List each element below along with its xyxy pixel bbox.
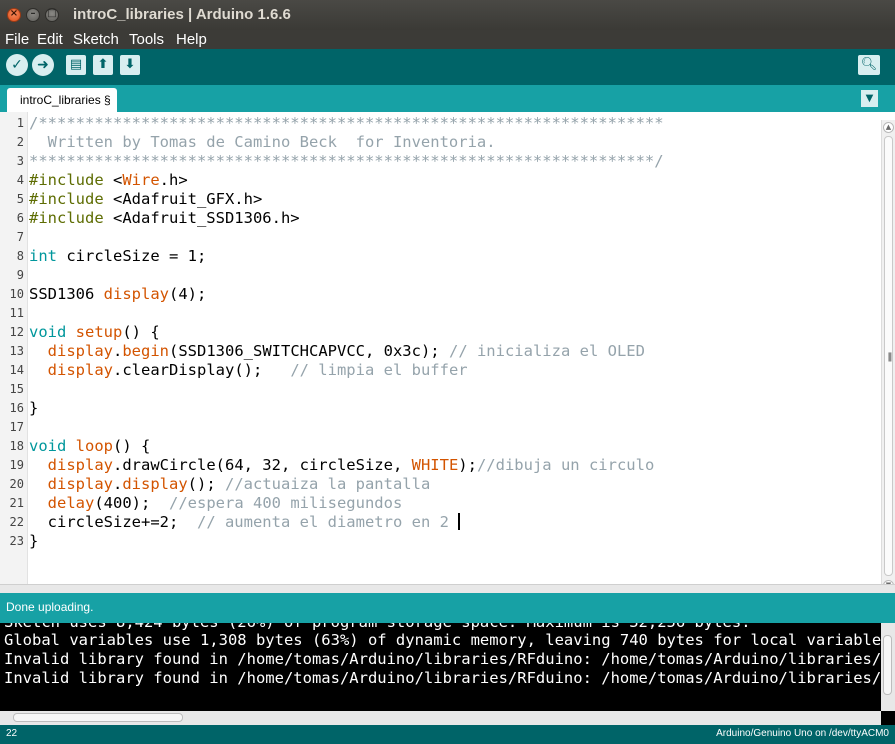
code-line-14: display.clearDisplay(); // limpia el buf… <box>47 361 468 379</box>
verify-button[interactable]: ✓ <box>6 54 28 76</box>
current-line-number: 22 <box>6 728 18 739</box>
code-line-5: #include <Adafruit_GFX.h> <box>29 190 263 208</box>
line-number: 11 <box>9 306 24 320</box>
line-number: 13 <box>9 344 24 358</box>
line-number: 12 <box>9 325 24 339</box>
down-arrow-icon: ⬇ <box>124 57 136 72</box>
line-number: 5 <box>16 192 24 206</box>
line-number: 8 <box>16 249 24 263</box>
open-sketch-button[interactable]: ⬆ <box>93 55 113 75</box>
line-number: 1 <box>16 116 24 130</box>
editor-vertical-scrollbar[interactable]: ▲ ■■■ ▼ <box>881 120 895 591</box>
line-number: 4 <box>16 173 24 187</box>
code-line-22: circleSize+=2; // aumenta el diametro en… <box>29 513 461 531</box>
line-number: 15 <box>9 382 24 396</box>
menu-bar: File Edit Sketch Tools Help <box>0 30 895 49</box>
line-number: 16 <box>9 401 24 415</box>
editor-scroll-thumb[interactable]: ■ ■ ■ <box>884 136 893 576</box>
output-console[interactable]: Sketch uses 8,424 bytes (26%) of program… <box>0 623 895 725</box>
line-number: 3 <box>16 154 24 168</box>
console-vertical-scrollbar[interactable] <box>881 623 895 711</box>
line-number: 14 <box>9 363 24 377</box>
up-arrow-icon: ▲ <box>885 123 892 131</box>
window-title-bar: × – □ introC_libraries | Arduino 1.6.6 <box>0 0 895 30</box>
code-line-23: } <box>29 532 39 550</box>
code-line-1: /***************************************… <box>29 114 664 132</box>
right-arrow-icon: ➜ <box>37 57 49 73</box>
line-number: 9 <box>16 268 24 282</box>
console-line: Invalid library found in /home/tomas/Ard… <box>4 650 895 668</box>
close-icon: × <box>9 8 19 19</box>
maximize-icon: □ <box>47 8 57 19</box>
code-line-21: delay(400); //espera 400 milisegundos <box>47 494 403 512</box>
line-number: 18 <box>9 439 24 453</box>
code-line-13: display.begin(SSD1306_SWITCHCAPVCC, 0x3c… <box>47 342 645 360</box>
bottom-status-bar: 22 Arduino/Genuino Uno on /dev/ttyACM0 <box>0 725 895 744</box>
upload-button[interactable]: ➜ <box>32 54 54 76</box>
menu-file[interactable]: File <box>5 30 29 49</box>
up-arrow-icon: ⬆ <box>97 57 109 72</box>
console-horizontal-scrollbar[interactable] <box>0 711 881 725</box>
tab-introc-libraries[interactable]: introC_libraries § <box>7 88 117 112</box>
line-number-gutter: 1 2 3 4 5 6 7 8 9 10 11 12 13 14 15 16 17 18 19 20 21 22 23 <box>0 112 28 584</box>
line-number: 19 <box>9 458 24 472</box>
menu-tools[interactable]: Tools <box>129 30 164 49</box>
chevron-down-icon: ▼ <box>865 93 874 104</box>
code-line-19: display.drawCircle(64, 32, circleSize, W… <box>47 456 655 474</box>
tab-menu-button[interactable]: ▼ <box>861 90 878 107</box>
status-bar: Done uploading. <box>0 593 895 623</box>
scroll-up-button[interactable]: ▲ <box>883 122 894 133</box>
close-window-button[interactable]: × <box>7 8 21 22</box>
line-number: 7 <box>16 230 24 244</box>
line-number: 20 <box>9 477 24 491</box>
code-line-4: #include <Wire.h> <box>29 171 188 189</box>
check-icon: ✓ <box>11 57 23 73</box>
window-title: introC_libraries | Arduino 1.6.6 <box>73 6 291 23</box>
line-number: 6 <box>16 211 24 225</box>
tab-bar: introC_libraries § ▼ <box>0 85 895 112</box>
line-number: 2 <box>16 135 24 149</box>
menu-edit[interactable]: Edit <box>37 30 63 49</box>
editor-console-splitter[interactable] <box>0 584 895 593</box>
code-line-16: } <box>29 399 39 417</box>
line-number: 23 <box>9 534 24 548</box>
code-line-12: void setup() { <box>29 323 160 341</box>
minimize-icon: – <box>30 8 36 19</box>
new-document-icon: ▤ <box>69 57 83 72</box>
magnifier-icon: 🔍︎ <box>860 57 878 72</box>
console-vertical-thumb[interactable] <box>883 635 892 695</box>
minimize-window-button[interactable]: – <box>26 8 40 22</box>
line-number: 17 <box>9 420 24 434</box>
code-line-3: ****************************************… <box>29 152 664 170</box>
line-number: 10 <box>9 287 24 301</box>
save-sketch-button[interactable]: ⬇ <box>120 55 140 75</box>
line-number: 21 <box>9 496 24 510</box>
board-port-label: Arduino/Genuino Uno on /dev/ttyACM0 <box>716 728 889 739</box>
code-editor[interactable]: 1 2 3 4 5 6 7 8 9 10 11 12 13 14 15 16 17 18 19 20 21 22 23 /*… <box>0 112 895 591</box>
console-horizontal-thumb[interactable] <box>13 713 183 722</box>
status-message: Done uploading. <box>6 600 94 614</box>
code-line-8: int circleSize = 1; <box>29 247 207 265</box>
new-sketch-button[interactable]: ▤ <box>66 55 86 75</box>
code-line-10: SSD1306 display(4); <box>29 285 207 303</box>
menu-help[interactable]: Help <box>176 30 207 49</box>
code-line-20: display.display(); //actuaiza la pantall… <box>47 475 431 493</box>
serial-monitor-button[interactable]: 🔍︎ <box>858 55 880 75</box>
grip-icon: ■ ■ ■ <box>888 351 892 362</box>
text-cursor <box>458 513 461 530</box>
console-line: Invalid library found in /home/tomas/Ard… <box>4 669 895 687</box>
line-number: 22 <box>9 515 24 529</box>
maximize-window-button[interactable]: □ <box>45 8 59 22</box>
console-line: Global variables use 1,308 bytes (63%) o… <box>4 631 895 649</box>
toolbar: ✓ ➜ ▤ ⬆ ⬇ 🔍︎ <box>0 49 895 85</box>
code-line-18: void loop() { <box>29 437 151 455</box>
code-line-6: #include <Adafruit_SSD1306.h> <box>29 209 300 227</box>
code-line-2: Written by Tomas de Camino Beck for Inve… <box>29 133 496 151</box>
menu-sketch[interactable]: Sketch <box>73 30 119 49</box>
